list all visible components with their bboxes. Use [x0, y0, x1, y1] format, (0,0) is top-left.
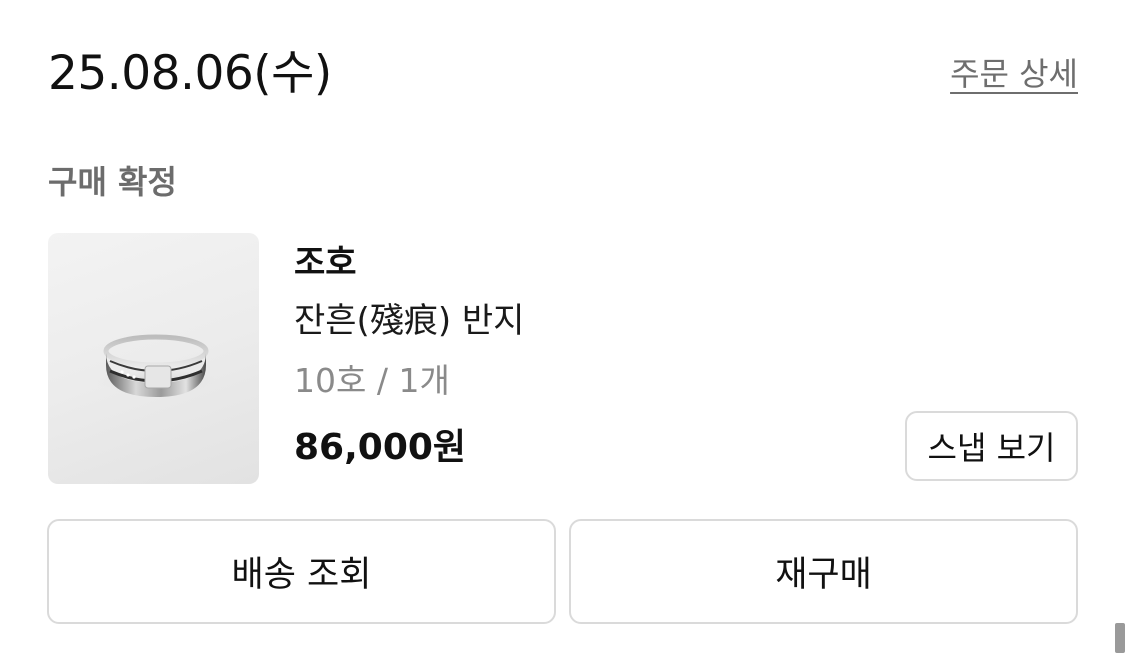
scrollbar-thumb[interactable]: [1115, 623, 1125, 653]
view-snap-button[interactable]: 스냅 보기: [905, 411, 1078, 481]
product-price: 86,000원: [294, 427, 467, 468]
order-detail-link[interactable]: 주문 상세: [950, 52, 1078, 96]
order-status-label: 구매 확정: [48, 163, 177, 201]
product-thumbnail[interactable]: [48, 233, 259, 484]
rebuy-button[interactable]: 재구매: [569, 519, 1078, 624]
product-name[interactable]: 잔흔(殘痕) 반지: [294, 298, 524, 344]
product-option: 10호 / 1개: [294, 361, 450, 400]
product-brand[interactable]: 조호: [294, 240, 357, 286]
track-delivery-button[interactable]: 배송 조회: [47, 519, 556, 624]
ring-product-photo: [94, 334, 218, 397]
order-date: 25.08.06(수): [48, 46, 332, 101]
order-card: 25.08.06(수) 주문 상세 구매 확정 조호 잔흔(殘痕) 반지 10호…: [0, 0, 1125, 653]
